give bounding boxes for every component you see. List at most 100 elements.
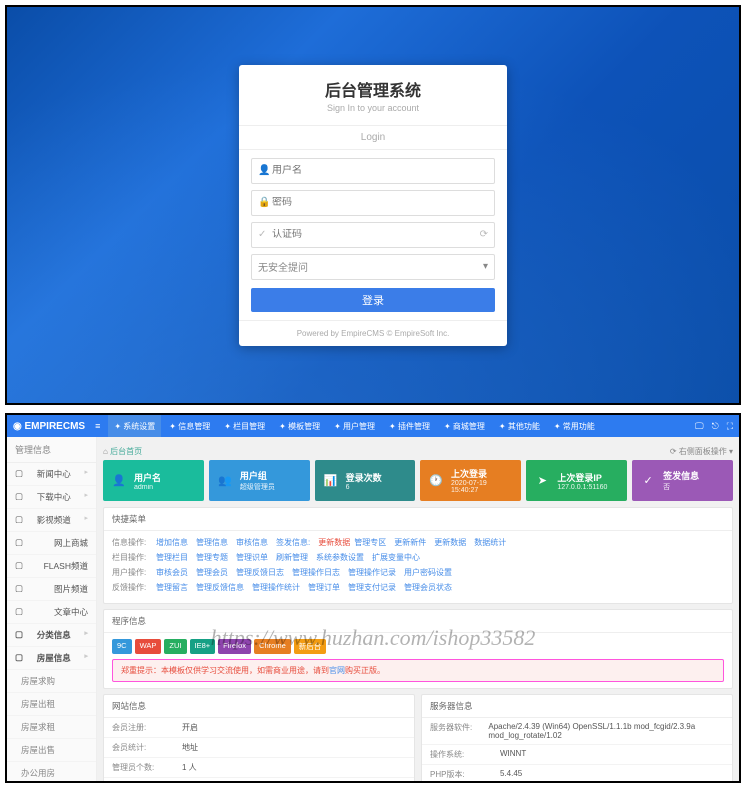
- topmenu-item[interactable]: ✦ 用户管理: [328, 415, 381, 437]
- tag: IE8+: [190, 639, 216, 654]
- login-subtitle: Sign In to your account: [251, 103, 495, 113]
- sidebar-item[interactable]: 办公用房: [7, 762, 96, 781]
- quick-link[interactable]: 更新数据: [434, 537, 466, 548]
- sidebar-item[interactable]: ▢ FLASH频道: [7, 555, 96, 578]
- stat-card: 👥用户组超级管理员: [209, 460, 310, 501]
- brand-logo[interactable]: EMPIRECMS: [13, 421, 85, 432]
- quick-link[interactable]: 管理专区: [354, 537, 386, 548]
- tag: Firefox: [218, 639, 251, 654]
- quick-link[interactable]: 管理会员: [196, 567, 228, 578]
- panel-action[interactable]: ⟳ 右侧面板操作 ▾: [670, 446, 733, 457]
- quick-link[interactable]: 增加信息: [156, 537, 188, 548]
- stat-card: ➤上次登录IP127.0.0.1:51160: [526, 460, 627, 501]
- quick-link[interactable]: 管理留言: [156, 582, 188, 593]
- quick-link[interactable]: 管理支付记录: [348, 582, 396, 593]
- alert-link[interactable]: 官网: [329, 666, 345, 675]
- username-input[interactable]: [272, 165, 488, 176]
- sidebar-item[interactable]: ▢ 分类信息▸: [7, 624, 96, 647]
- main-content: ⌂ 后台首页 ⟳ 右侧面板操作 ▾ 👤用户名admin👥用户组超级管理员📊登录次…: [97, 437, 739, 781]
- quick-link-row: 栏目操作:管理栏目管理专题管理识单刷新管理系统参数设置扩展变量中心: [112, 552, 724, 563]
- quick-link-row: 信息操作:增加信息管理信息审核信息签发信息:更新数据 管理专区更新新件更新数据数…: [112, 537, 724, 548]
- captcha-row: ✓ ⟳: [251, 222, 495, 248]
- info-row: 未审信息:0 条: [104, 778, 414, 781]
- breadcrumb[interactable]: 后台首页: [110, 447, 142, 456]
- desktop-icon[interactable]: 🖵: [695, 421, 704, 432]
- quick-link[interactable]: 数据统计: [474, 537, 506, 548]
- sidebar-item[interactable]: ▢ 文章中心: [7, 601, 96, 624]
- lock-icon: 🔒: [258, 197, 272, 208]
- quick-link[interactable]: 管理专题: [196, 552, 228, 563]
- info-row: 会员注册:开启: [104, 718, 414, 738]
- info-row: 操作系统:WINNT: [422, 745, 732, 765]
- quick-link[interactable]: 管理识单: [236, 552, 268, 563]
- tag: 9C: [112, 639, 132, 654]
- login-tab: Login: [239, 126, 507, 150]
- topmenu-item[interactable]: ✦ 信息管理: [163, 415, 216, 437]
- login-title: 后台管理系统: [251, 77, 495, 101]
- sidebar-item[interactable]: 房屋求购: [7, 670, 96, 693]
- login-button[interactable]: 登录: [251, 288, 495, 312]
- sidebar-item[interactable]: ▢ 新闻中心▸: [7, 463, 96, 486]
- topmenu-item[interactable]: ✦ 常用功能: [548, 415, 601, 437]
- stat-card: 📊登录次数6: [315, 460, 416, 501]
- expand-icon[interactable]: ⛶: [727, 421, 733, 432]
- sidebar-item[interactable]: ▢ 房屋信息▸: [7, 647, 96, 670]
- topmenu-item[interactable]: ✦ 商城管理: [438, 415, 491, 437]
- stat-card: 🕐上次登录2020-07-19 15:40:27: [420, 460, 521, 501]
- topmenu-item[interactable]: ✦ 系统设置: [108, 415, 161, 437]
- topmenu-item[interactable]: ✦ 其他功能: [493, 415, 546, 437]
- tag: 新后台: [294, 639, 327, 654]
- topmenu-item[interactable]: ✦ 栏目管理: [218, 415, 271, 437]
- info-row: 管理员个数:1 人: [104, 758, 414, 778]
- security-question-select[interactable]: 无安全提问 ▾: [251, 254, 495, 280]
- tag: WAP: [135, 639, 162, 654]
- quick-link[interactable]: 管理订单: [308, 582, 340, 593]
- shield-icon: ✓: [258, 229, 272, 240]
- username-row: 👤: [251, 158, 495, 184]
- menu-icon[interactable]: ≡: [95, 421, 100, 431]
- quick-link[interactable]: 管理反馈日志: [236, 567, 284, 578]
- stat-cards: 👤用户名admin👥用户组超级管理员📊登录次数6🕐上次登录2020-07-19 …: [103, 460, 733, 501]
- home-icon: ⌂: [103, 447, 108, 456]
- captcha-input[interactable]: [272, 229, 480, 240]
- sidebar-item[interactable]: ▢ 图片频道: [7, 578, 96, 601]
- sidebar: 管理信息 ▢ 新闻中心▸▢ 下载中心▸▢ 影视频道▸▢ 网上商城▢ FLASH频…: [7, 437, 97, 781]
- tag: Chrome: [254, 639, 291, 654]
- password-input[interactable]: [272, 197, 488, 208]
- alert-banner: 郑重提示：本模板仅供学习交流使用，如需商业用途，请到官网购买正版。: [112, 659, 724, 682]
- quick-link[interactable]: 管理操作记录: [348, 567, 396, 578]
- quick-link[interactable]: 管理反馈信息: [196, 582, 244, 593]
- login-panel: 后台管理系统 Sign In to your account Login 👤 🔒…: [239, 65, 507, 346]
- quick-link[interactable]: 扩展变量中心: [372, 552, 420, 563]
- sidebar-item[interactable]: 房屋出租: [7, 693, 96, 716]
- quick-link[interactable]: 签发信息:: [276, 537, 310, 548]
- sidebar-item[interactable]: ▢ 网上商城: [7, 532, 96, 555]
- topmenu-item[interactable]: ✦ 模板管理: [273, 415, 326, 437]
- quick-link[interactable]: 管理操作日志: [292, 567, 340, 578]
- sidebar-item[interactable]: 房屋出售: [7, 739, 96, 762]
- quick-link[interactable]: 管理操作统计: [252, 582, 300, 593]
- quick-link[interactable]: 审核会员: [156, 567, 188, 578]
- quick-link[interactable]: 管理信息: [196, 537, 228, 548]
- user-icon: 👤: [258, 165, 272, 176]
- program-info-header: 程序信息: [104, 610, 732, 633]
- sidebar-item[interactable]: ▢ 下载中心▸: [7, 486, 96, 509]
- sidebar-item[interactable]: 房屋求租: [7, 716, 96, 739]
- server-info-header: 服务器信息: [422, 695, 732, 718]
- sidebar-item[interactable]: ▢ 影视频道▸: [7, 509, 96, 532]
- quick-link[interactable]: 管理栏目: [156, 552, 188, 563]
- login-background: 后台管理系统 Sign In to your account Login 👤 🔒…: [7, 7, 739, 403]
- info-row: 服务器软件:Apache/2.4.39 (Win64) OpenSSL/1.1.…: [422, 718, 732, 745]
- quick-link[interactable]: 管理会员状态: [404, 582, 452, 593]
- quick-link-row: 反馈操作:管理留言管理反馈信息管理操作统计管理订单管理支付记录管理会员状态: [112, 582, 724, 593]
- quick-link[interactable]: 系统参数设置: [316, 552, 364, 563]
- stat-card: ✓签发信息否: [632, 460, 733, 501]
- quick-link[interactable]: 更新新件: [394, 537, 426, 548]
- quick-link[interactable]: 用户密码设置: [404, 567, 452, 578]
- topmenu-item[interactable]: ✦ 插件管理: [383, 415, 436, 437]
- site-info-header: 网站信息: [104, 695, 414, 718]
- refresh-icon[interactable]: ⟳: [480, 229, 488, 240]
- logout-icon[interactable]: ⎋: [712, 421, 719, 432]
- quick-link[interactable]: 审核信息: [236, 537, 268, 548]
- quick-link[interactable]: 刷新管理: [276, 552, 308, 563]
